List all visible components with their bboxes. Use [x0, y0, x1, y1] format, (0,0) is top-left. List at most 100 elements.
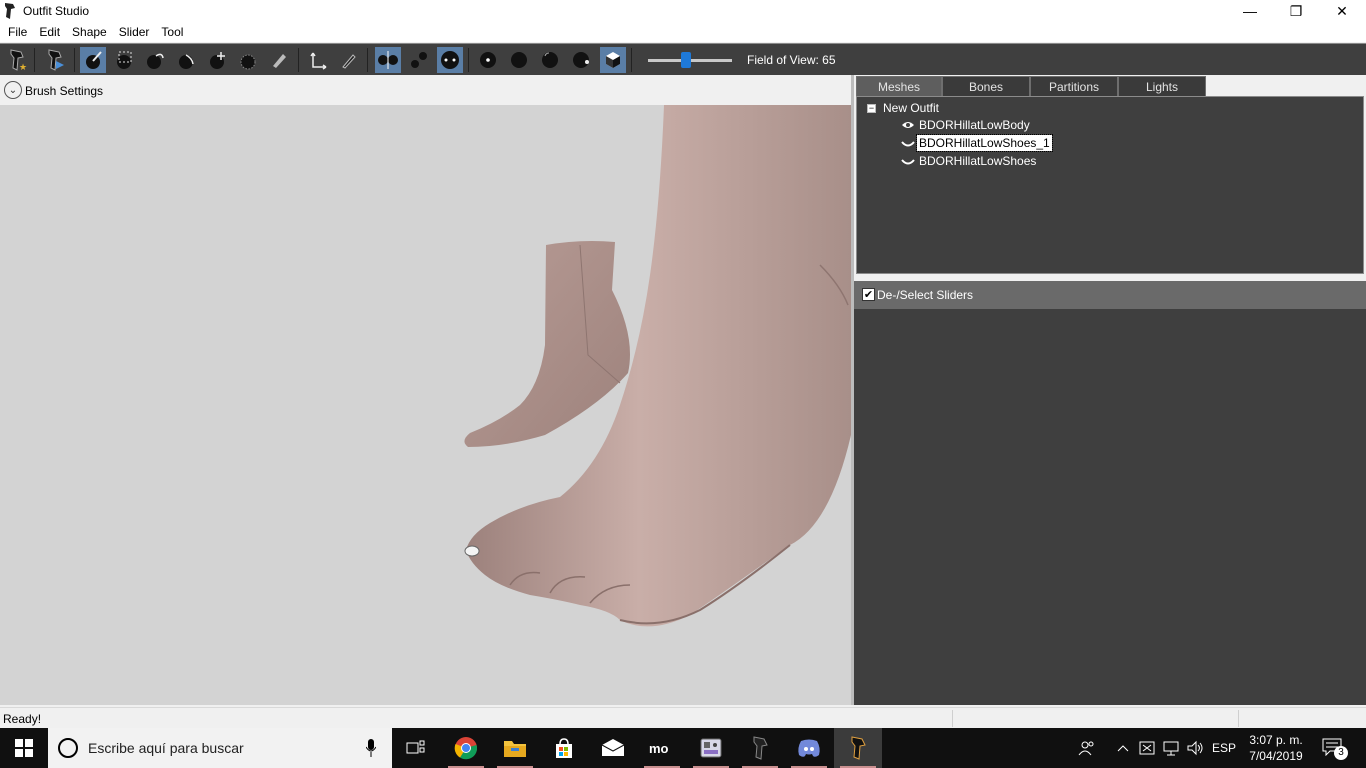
search-placeholder[interactable]: Escribe aquí para buscar — [88, 740, 244, 756]
toolbar-separator — [367, 48, 368, 72]
emulator-icon[interactable] — [687, 728, 735, 768]
weight-brush-icon[interactable] — [266, 47, 292, 73]
brush-settings-bar: ⌄ Brush Settings — [0, 77, 851, 104]
store-icon[interactable] — [540, 728, 588, 768]
chevron-up-icon[interactable] — [1112, 728, 1134, 768]
smooth-brush-icon[interactable] — [235, 47, 261, 73]
status-divider — [1238, 710, 1239, 727]
cortana-icon — [58, 738, 78, 758]
mesh-label[interactable]: BDORHillatLowBody — [917, 117, 1032, 133]
mesh-item[interactable]: BDORHillatLowShoes_1 — [901, 134, 1053, 152]
chrome-icon[interactable] — [442, 728, 490, 768]
slider-list — [854, 309, 1366, 705]
tree-root-outfit[interactable]: New Outfit — [883, 101, 939, 115]
3d-viewport[interactable] — [0, 105, 851, 705]
mesh-label[interactable]: BDORHillatLowShoes — [917, 153, 1038, 169]
fov-slider-thumb[interactable] — [681, 52, 691, 68]
transform-icon[interactable] — [305, 47, 331, 73]
connected-icon[interactable] — [406, 47, 432, 73]
status-text: Ready! — [3, 712, 42, 726]
clock-time: 3:07 p. m. — [1249, 733, 1303, 747]
xmirror-icon[interactable] — [375, 47, 401, 73]
reference-foot-mesh — [464, 241, 630, 447]
people-icon[interactable] — [1074, 728, 1100, 768]
maximize-button[interactable]: ❐ — [1273, 0, 1319, 22]
language-indicator[interactable]: ESP — [1208, 728, 1240, 768]
mod-organizer-icon[interactable]: mo — [638, 728, 686, 768]
load-reference-icon[interactable] — [42, 47, 68, 73]
toolbar-separator — [468, 48, 469, 72]
color-view-icon[interactable] — [600, 47, 626, 73]
texture-view-icon[interactable] — [568, 47, 594, 73]
status-bar: Ready! — [0, 707, 1366, 728]
search-box[interactable]: Escribe aquí para buscar — [48, 728, 392, 768]
window-title: Outfit Studio — [23, 4, 90, 18]
mesh-item[interactable]: BDORHillatLowBody — [901, 117, 1032, 133]
windows-taskbar: Escribe aquí para buscar mo ESP 3:07 p. … — [0, 728, 1366, 768]
status-divider — [952, 710, 953, 727]
viewport-canvas[interactable] — [0, 105, 851, 705]
close-button[interactable]: ✕ — [1319, 0, 1365, 22]
title-bar: Outfit Studio — ❐ ✕ — [0, 0, 1366, 22]
menu-file[interactable]: File — [2, 22, 33, 42]
tab-partitions[interactable]: Partitions — [1030, 76, 1118, 96]
eye-icon[interactable] — [901, 119, 915, 131]
mesh-tree: − New Outfit BDORHillatLowBody BDORHilla… — [856, 96, 1364, 274]
slider-header: ✔ De-/Select Sliders — [854, 281, 1366, 309]
brush-settings-label[interactable]: Brush Settings — [25, 84, 103, 98]
panel-tabs: Meshes Bones Partitions Lights — [856, 76, 1206, 96]
windows-logo-icon — [15, 739, 33, 757]
outfit-studio-app-icon — [5, 3, 15, 19]
chevron-down-icon[interactable]: ⌄ — [4, 81, 22, 99]
fov-label: Field of View: 65 — [747, 53, 836, 67]
start-button[interactable] — [0, 728, 48, 768]
inflate-brush-icon[interactable] — [142, 47, 168, 73]
tab-meshes[interactable]: Meshes — [856, 76, 942, 96]
lighting-view-icon[interactable] — [537, 47, 563, 73]
outfit-studio-taskbar-icon[interactable] — [834, 728, 882, 768]
menu-shape[interactable]: Shape — [66, 22, 113, 42]
pen-icon[interactable] — [335, 47, 361, 73]
mask-brush-icon[interactable] — [111, 47, 137, 73]
mesh-label-selected[interactable]: BDORHillatLowShoes_1 — [916, 134, 1053, 152]
mail-icon[interactable] — [589, 728, 637, 768]
menu-slider[interactable]: Slider — [113, 22, 156, 42]
svg-text:★: ★ — [19, 62, 27, 71]
toolbar-separator — [298, 48, 299, 72]
task-view-icon[interactable] — [392, 728, 440, 768]
toolbar: ★ Field of View: 65 — [0, 43, 1366, 75]
menu-bar: File Edit Shape Slider Tool — [0, 22, 1366, 42]
select-brush-icon[interactable] — [80, 47, 106, 73]
shape-icon[interactable] — [901, 137, 915, 149]
menu-tool[interactable]: Tool — [155, 22, 189, 42]
tab-lights[interactable]: Lights — [1118, 76, 1206, 96]
mesh-item[interactable]: BDORHillatLowShoes — [901, 153, 1038, 169]
vertex-view-icon[interactable] — [475, 47, 501, 73]
tree-collapse-toggle[interactable]: − — [867, 104, 876, 113]
body-foot-mesh — [464, 105, 851, 627]
bodyslide-icon[interactable] — [736, 728, 784, 768]
wireframe-view-icon[interactable] — [506, 47, 532, 73]
volume-icon[interactable] — [1184, 728, 1206, 768]
network-icon[interactable] — [1160, 728, 1182, 768]
microphone-icon[interactable] — [366, 739, 376, 757]
system-clock[interactable]: 3:07 p. m. 7/04/2019 — [1244, 732, 1308, 764]
toolbar-separator — [631, 48, 632, 72]
shape-icon[interactable] — [901, 155, 915, 167]
toolbar-separator — [34, 48, 35, 72]
select-sliders-label[interactable]: De-/Select Sliders — [877, 288, 973, 302]
new-outfit-icon[interactable]: ★ — [4, 47, 30, 73]
notification-count-badge: 3 — [1334, 746, 1348, 760]
global-brush-icon[interactable] — [437, 47, 463, 73]
move-brush-icon[interactable] — [204, 47, 230, 73]
clock-date: 7/04/2019 — [1249, 749, 1303, 763]
deflate-brush-icon[interactable] — [173, 47, 199, 73]
select-sliders-checkbox[interactable]: ✔ — [862, 288, 875, 301]
discord-icon[interactable] — [785, 728, 833, 768]
minimize-button[interactable]: — — [1227, 0, 1273, 22]
file-explorer-icon[interactable] — [491, 728, 539, 768]
input-method-icon[interactable] — [1136, 728, 1158, 768]
tab-bones[interactable]: Bones — [942, 76, 1030, 96]
menu-edit[interactable]: Edit — [33, 22, 66, 42]
svg-text:mo: mo — [649, 741, 669, 755]
